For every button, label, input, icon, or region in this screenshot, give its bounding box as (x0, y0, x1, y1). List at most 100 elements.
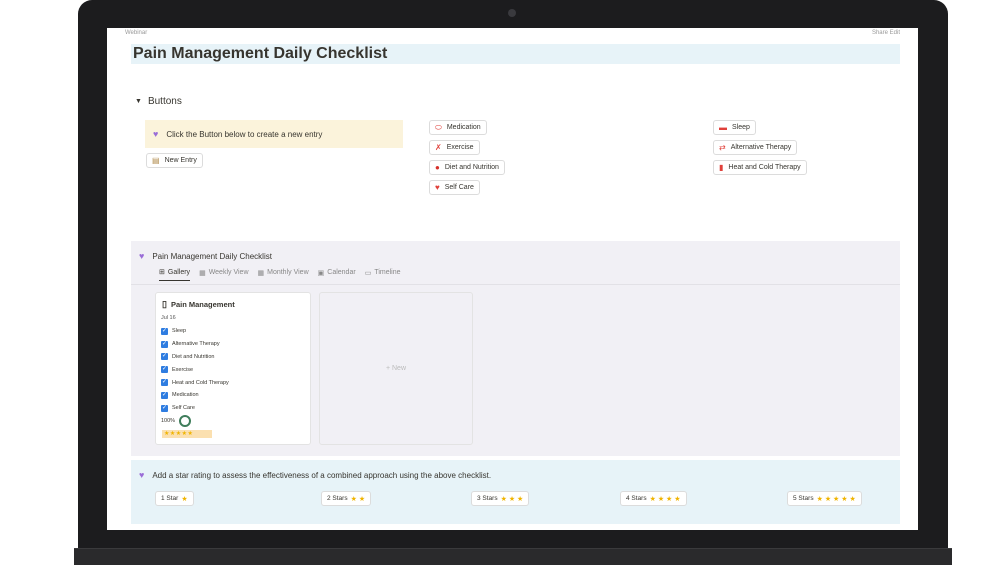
checkbox-item[interactable]: ✓ Self Care (161, 402, 229, 415)
star-rating-callout: ♥ Add a star rating to assess the effect… (131, 460, 900, 524)
checkbox-item[interactable]: ✓ Exercise (161, 363, 229, 376)
tab-label: Gallery (167, 268, 191, 276)
progress-indicator: 100% (161, 415, 192, 427)
person-running-icon: ✗ (435, 142, 442, 152)
new-entry-label: New Entry (164, 157, 197, 164)
rating-label: 3 Stars (477, 495, 498, 502)
star-rating-tag: ★★★★★ (162, 430, 212, 438)
buttons-toggle[interactable]: ▼ Buttons (135, 96, 182, 107)
checkbox-label: Alternative Therapy (172, 341, 220, 348)
heat-cold-therapy-label: Heat and Cold Therapy (728, 164, 801, 171)
sleep-button[interactable]: ▬ Sleep (713, 120, 756, 135)
medication-button[interactable]: ⬭ Medication (429, 120, 487, 135)
checkbox-item[interactable]: ✓ Heat and Cold Therapy (161, 376, 229, 389)
apple-icon: ● (435, 162, 440, 172)
sleep-label: Sleep (732, 124, 750, 131)
star-icon: ★ ★ ★ ★ (649, 495, 681, 503)
rating-instruction: ♥ Add a star rating to assess the effect… (139, 470, 491, 480)
new-card-label: + New (385, 365, 407, 372)
topbar-actions[interactable]: Share Edit (872, 30, 900, 36)
calendar-icon: ▣ (317, 269, 325, 277)
toggle-triangle-icon: ▼ (135, 98, 142, 105)
five-stars-button[interactable]: 5 Stars ★ ★ ★ ★ ★ (787, 491, 862, 506)
linked-database: ♥ Pain Management Daily Checklist ⊞ Galle… (131, 241, 900, 456)
checkmark-icon: ✓ (161, 353, 168, 361)
swap-arrows-icon: ⇄ (719, 142, 726, 152)
three-stars-button[interactable]: 3 Stars ★ ★ ★ (471, 491, 530, 506)
notepad-icon: ▤ (152, 155, 160, 165)
tab-gallery[interactable]: ⊞ Gallery (159, 268, 191, 281)
star-icon: ★ ★ ★ ★ ★ (816, 495, 856, 503)
breadcrumb[interactable]: Webinar (125, 30, 147, 36)
two-stars-button[interactable]: 2 Stars ★ ★ (321, 491, 372, 506)
rating-label: 2 Stars (327, 495, 348, 502)
checkmark-icon: ✓ (161, 404, 168, 412)
rating-label: 4 Stars (626, 495, 647, 502)
star-icon: ★ ★ ★ (500, 495, 524, 503)
page-icon: ▯ (162, 299, 167, 309)
medication-label: Medication (446, 124, 481, 131)
gallery-card[interactable]: ▯ Pain Management Jul 16 ✓ Sleep ✓ Alterna… (155, 292, 311, 445)
view-tabs: ⊞ Gallery ▦ Weekly View ▦ Monthly View ▣ Cal… (159, 268, 401, 281)
rating-label: 1 Star (161, 495, 179, 502)
table-icon: ▦ (199, 269, 206, 277)
exercise-label: Exercise (446, 144, 474, 151)
one-star-button[interactable]: 1 Star ★ (155, 491, 194, 506)
checkmark-icon: ✓ (161, 379, 168, 387)
checkbox-label: Medication (172, 392, 199, 399)
self-care-label: Self Care (444, 184, 474, 191)
callout-new-entry: ♥ Click the Button below to create a new… (145, 120, 403, 148)
checkmark-icon: ✓ (161, 391, 168, 399)
checkbox-label: Exercise (172, 366, 194, 373)
checkbox-item[interactable]: ✓ Diet and Nutrition (161, 351, 229, 364)
four-stars-button[interactable]: 4 Stars ★ ★ ★ ★ (620, 491, 687, 506)
pill-icon: ⬭ (435, 122, 442, 132)
heat-cold-therapy-button[interactable]: ▮ Heat and Cold Therapy (713, 160, 807, 175)
star-icon: ★ ★ (350, 495, 366, 503)
diet-nutrition-button[interactable]: ● Diet and Nutrition (429, 160, 505, 175)
self-care-button[interactable]: ♥ Self Care (429, 180, 480, 195)
alternative-therapy-label: Alternative Therapy (730, 144, 792, 151)
checkmark-icon: ✓ (161, 327, 168, 335)
database-title[interactable]: ♥ Pain Management Daily Checklist (139, 251, 272, 261)
callout-text: Click the Button below to create a new e… (166, 129, 323, 139)
checkbox-item[interactable]: ✓ Sleep (161, 325, 229, 338)
checkmark-icon: ✓ (161, 366, 168, 374)
table-icon: ▦ (257, 269, 265, 277)
tab-label: Timeline (374, 269, 401, 276)
card-title: ▯ Pain Management (162, 299, 235, 310)
checkmark-icon: ✓ (161, 340, 168, 348)
purple-heart-icon: ♥ (139, 470, 145, 480)
bed-icon: ▬ (719, 122, 727, 132)
tab-label: Monthly View (267, 269, 309, 276)
exercise-button[interactable]: ✗ Exercise (429, 140, 480, 155)
checkbox-label: Diet and Nutrition (172, 353, 215, 360)
diet-nutrition-label: Diet and Nutrition (444, 164, 499, 171)
page-title: Pain Management Daily Checklist (131, 44, 900, 64)
checkbox-label: Sleep (172, 328, 187, 335)
tab-label: Calendar (327, 269, 356, 276)
gallery-icon: ⊞ (159, 269, 165, 276)
tab-label: Weekly View (208, 269, 249, 276)
checkbox-item[interactable]: ✓ Alternative Therapy (161, 338, 229, 351)
webcam (508, 9, 516, 17)
progress-ring-icon (179, 415, 192, 427)
tab-calendar[interactable]: ▣ Calendar (318, 268, 356, 281)
checkbox-label: Heat and Cold Therapy (172, 379, 229, 386)
new-card-button[interactable]: + New (319, 292, 473, 445)
timeline-icon: ▭ (364, 269, 372, 277)
alternative-therapy-button[interactable]: ⇄ Alternative Therapy (713, 140, 798, 155)
tab-monthly-view[interactable]: ▦ Monthly View (258, 268, 309, 281)
database-title-text: Pain Management Daily Checklist (152, 251, 272, 261)
checkbox-item[interactable]: ✓ Medication (161, 389, 229, 402)
new-entry-button[interactable]: ▤ New Entry (146, 153, 203, 168)
heart-icon: ♥ (435, 182, 440, 192)
star-icon: ★ (181, 495, 188, 503)
thermometer-icon: ▮ (719, 162, 724, 172)
card-date: Jul 16 (161, 315, 176, 321)
purple-heart-icon: ♥ (139, 251, 145, 261)
tab-timeline[interactable]: ▭ Timeline (365, 268, 401, 281)
checkbox-list: ✓ Sleep ✓ Alternative Therapy ✓ Diet and Nu… (161, 325, 229, 415)
notion-page: Webinar Share Edit Pain Management Daily… (107, 28, 918, 530)
tab-weekly-view[interactable]: ▦ Weekly View (199, 268, 248, 281)
